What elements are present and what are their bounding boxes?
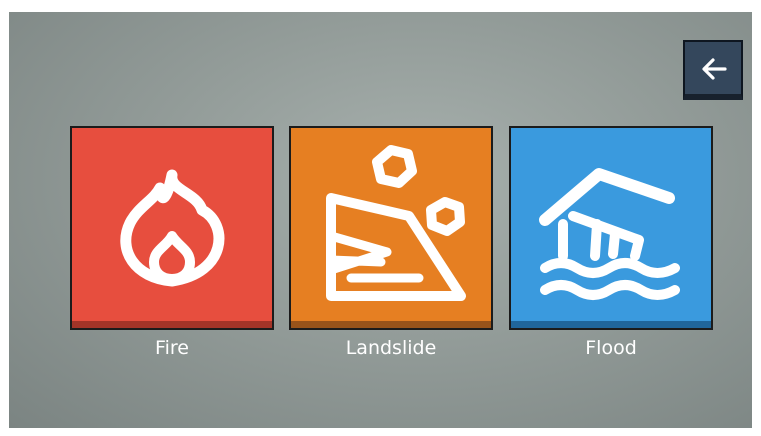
disaster-selection-screen: Fire Landslide Flood <box>9 12 752 428</box>
landslide-tile-shadow <box>291 321 491 328</box>
fire-tile-shadow <box>72 321 272 328</box>
fire-tile[interactable] <box>70 126 274 330</box>
back-button[interactable] <box>683 40 743 100</box>
landslide-icon <box>326 145 466 301</box>
arrow-left-icon <box>702 58 727 80</box>
flood-tile[interactable] <box>509 126 713 330</box>
flood-tile-shadow <box>511 321 711 328</box>
flood-label: Flood <box>585 337 637 359</box>
fire-icon <box>120 169 225 287</box>
landslide-label: Landslide <box>345 337 437 359</box>
landslide-tile[interactable] <box>289 126 493 330</box>
fire-label: Fire <box>155 337 189 359</box>
flooded-house-icon <box>539 168 680 300</box>
